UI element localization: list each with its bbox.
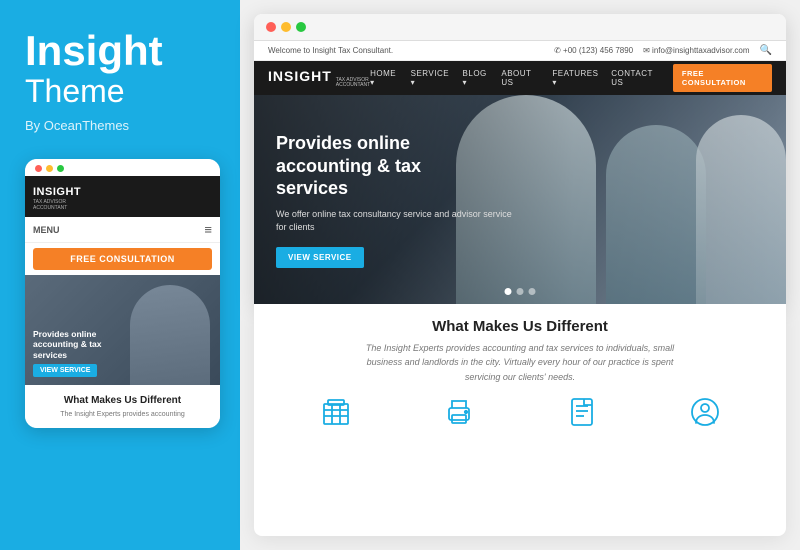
left-panel: Insight Theme By OceanThemes INSIGHT TAX… [0, 0, 240, 550]
nav-contact[interactable]: CONTACT US [611, 69, 663, 87]
browser-top-bar [254, 14, 786, 41]
site-topbar: Welcome to Insight Tax Consultant. ✆ +00… [254, 41, 786, 61]
document-icon [566, 396, 598, 428]
icon-printer [443, 396, 475, 428]
bottom-subtitle: The Insight Experts provides accounting … [335, 341, 705, 384]
mobile-dot-green [57, 165, 64, 172]
icon-document [566, 396, 598, 428]
mobile-cta-button[interactable]: FREE CONSULTATION [33, 248, 212, 270]
site-hero: Provides onlineaccounting & taxservices … [254, 95, 786, 304]
topbar-right: ✆ +00 (123) 456 7890 ✉ info@insighttaxad… [554, 45, 772, 56]
nav-about[interactable]: ABOUT US [501, 69, 542, 87]
mobile-logo: INSIGHT TAX ADVISOR ACCOUNTANT [33, 182, 81, 211]
mobile-section-title: What Makes Us Different [33, 395, 212, 406]
site-navbar: INSIGHT TAX ADVISOR ACCOUNTANT HOME ▾ SE… [254, 61, 786, 95]
printer-icon [443, 396, 475, 428]
icon-building [320, 396, 352, 428]
search-icon[interactable]: 🔍 [760, 45, 772, 56]
hero-content: Provides onlineaccounting & taxservices … [254, 132, 514, 268]
mobile-dot-red [35, 165, 42, 172]
browser-dot-red [266, 22, 276, 32]
mobile-section-text: The Insight Experts provides accounting [33, 410, 212, 420]
brand-by: By OceanThemes [25, 118, 215, 133]
desktop-browser: Welcome to Insight Tax Consultant. ✆ +00… [254, 14, 786, 304]
mobile-hero-text: Provides online accounting & tax service… [33, 329, 123, 361]
hero-heading: Provides onlineaccounting & taxservices [276, 132, 514, 200]
mobile-what-makes-section: What Makes Us Different The Insight Expe… [25, 385, 220, 428]
nav-links: HOME ▾ SERVICE ▾ BLOG ▾ ABOUT US FEATURE… [370, 64, 772, 92]
nav-features[interactable]: FEATURES ▾ [552, 69, 601, 87]
browser-dot-yellow [281, 22, 291, 32]
mobile-dot-yellow [46, 165, 53, 172]
hero-dots [505, 288, 536, 295]
hamburger-icon[interactable]: ≡ [204, 222, 212, 237]
user-circle-icon [689, 396, 721, 428]
mobile-view-service-button[interactable]: VIEW SERVICE [33, 364, 97, 377]
mobile-menu-row: MENU ≡ [25, 217, 220, 243]
mobile-mockup: INSIGHT TAX ADVISOR ACCOUNTANT MENU ≡ FR… [25, 159, 220, 428]
bottom-section: What Makes Us Different The Insight Expe… [254, 304, 786, 536]
nav-cta-button[interactable]: FREE CONSULTATION [673, 64, 772, 92]
hero-view-service-button[interactable]: VIEW SERVICE [276, 247, 364, 268]
hero-dot-1[interactable] [505, 288, 512, 295]
icon-user [689, 396, 721, 428]
right-panel: Welcome to Insight Tax Consultant. ✆ +00… [240, 0, 800, 550]
mobile-hero: Provides online accounting & tax service… [25, 275, 220, 385]
bottom-title: What Makes Us Different [274, 318, 766, 335]
browser-dot-green [296, 22, 306, 32]
nav-service[interactable]: SERVICE ▾ [411, 69, 453, 87]
bottom-icons-row [274, 396, 766, 428]
building-icon [320, 396, 352, 428]
hero-dot-2[interactable] [517, 288, 524, 295]
mobile-cta-row: FREE CONSULTATION [25, 243, 220, 275]
brand-title-theme: Theme [25, 72, 215, 110]
nav-home[interactable]: HOME ▾ [370, 69, 400, 87]
hero-subtext: We offer online tax consultancy service … [276, 208, 514, 235]
mobile-browser-bar [25, 159, 220, 176]
mobile-people-silhouette [130, 285, 210, 385]
hero-dot-3[interactable] [529, 288, 536, 295]
site-logo: INSIGHT TAX ADVISOR ACCOUNTANT [268, 68, 370, 89]
brand-title-insight: Insight [25, 30, 215, 72]
nav-blog[interactable]: BLOG ▾ [463, 69, 492, 87]
mobile-nav: INSIGHT TAX ADVISOR ACCOUNTANT [25, 176, 220, 217]
